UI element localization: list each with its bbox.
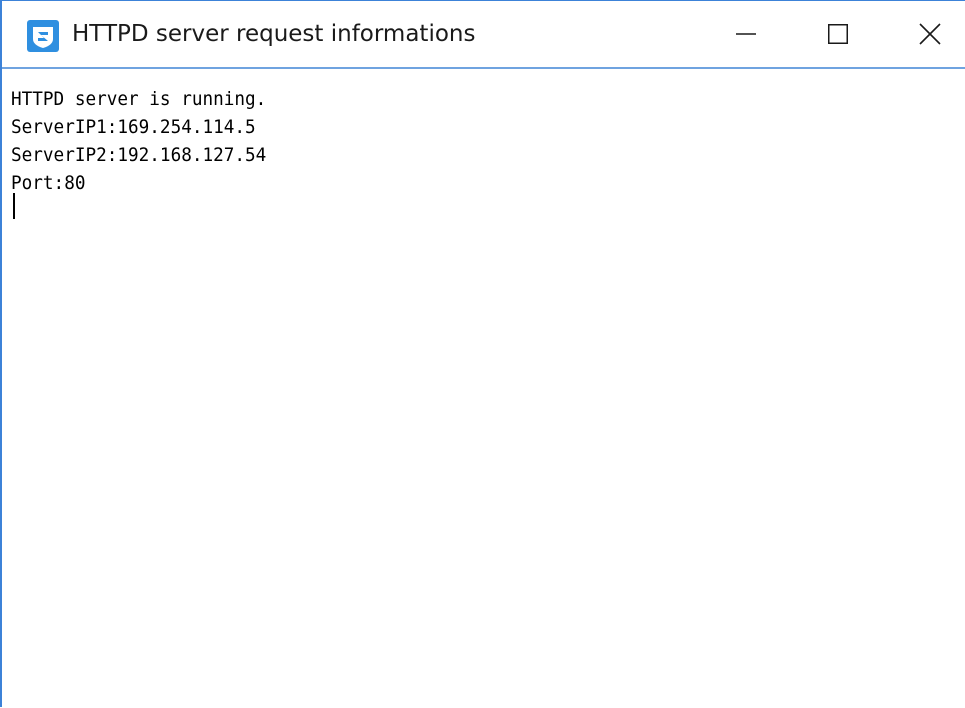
maximize-icon [828, 24, 848, 44]
close-button[interactable] [884, 1, 965, 67]
console-line-server-ip1: ServerIP1:169.254.114.5 [11, 116, 256, 138]
console-line-status: HTTPD server is running. [11, 88, 267, 110]
close-icon [919, 23, 941, 45]
console-line-server-ip2: ServerIP2:192.168.127.54 [11, 144, 267, 166]
minimize-icon [736, 33, 756, 35]
console-area[interactable]: HTTPD server is running. ServerIP1:169.2… [2, 69, 965, 708]
console-output: HTTPD server is running. ServerIP1:169.2… [11, 85, 951, 197]
minimize-button[interactable] [700, 1, 792, 67]
httpd-info-window: HTTPD server request informations HTTPD … [0, 0, 965, 708]
text-caret [13, 193, 15, 219]
app-logo-icon [27, 20, 59, 52]
console-line-port: Port:80 [11, 172, 86, 194]
title-bar[interactable]: HTTPD server request informations [2, 1, 965, 69]
window-title: HTTPD server request informations [72, 21, 476, 47]
maximize-button[interactable] [792, 1, 884, 67]
